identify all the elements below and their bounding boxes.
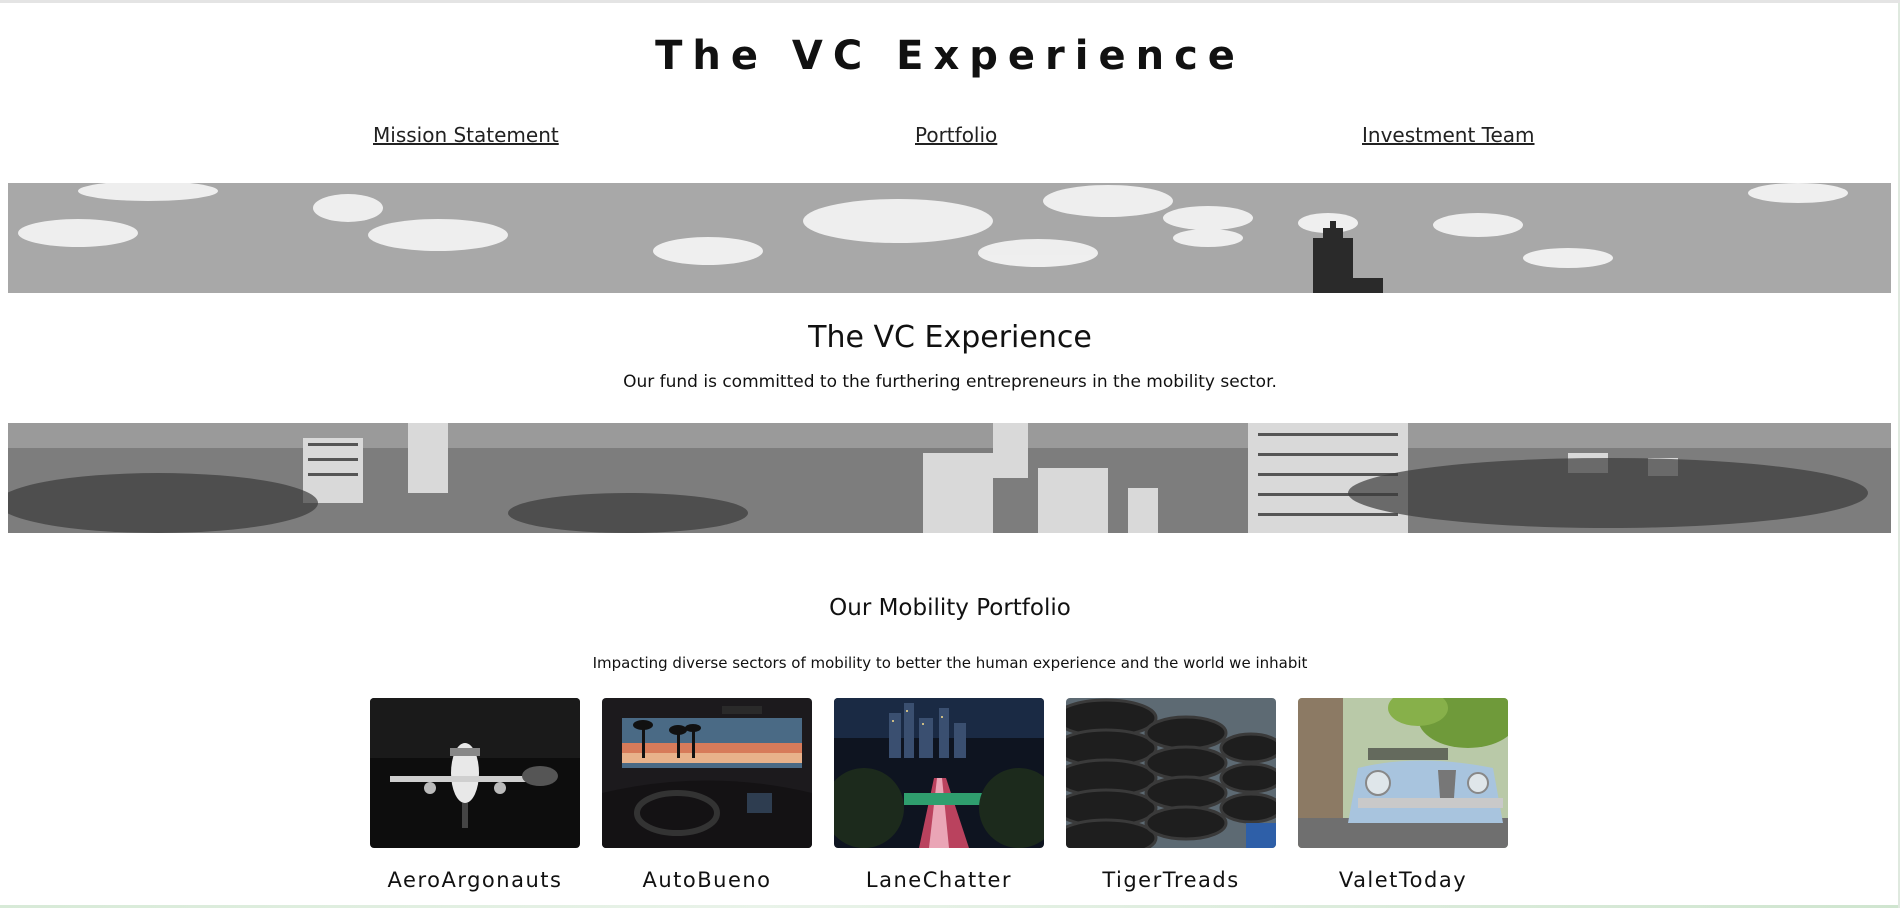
nav-link-portfolio[interactable]: Portfolio	[915, 123, 997, 147]
portfolio-card-valettoday[interactable]: ValetToday	[1298, 698, 1508, 892]
portfolio-card-tigertreads[interactable]: TigerTreads	[1066, 698, 1276, 892]
hero-subtitle: Our fund is committed to the furthering …	[623, 372, 1277, 392]
city-highway-image[interactable]	[834, 698, 1044, 848]
page: The VC Experience Mission Statement Port…	[0, 0, 1900, 908]
stacked-tires-image[interactable]	[1066, 698, 1276, 848]
company-name: AutoBueno	[642, 868, 772, 892]
site-title: The VC Experience	[655, 33, 1245, 79]
portfolio-card-autobueno[interactable]: AutoBueno	[602, 698, 812, 892]
sky-banner-image	[8, 183, 1891, 293]
company-name: AeroArgonauts	[387, 868, 563, 892]
car-interior-image[interactable]	[602, 698, 812, 848]
city-banner-image	[8, 423, 1891, 533]
company-name: ValetToday	[1338, 868, 1468, 892]
vintage-convertible-image[interactable]	[1298, 698, 1508, 848]
hero-title: The VC Experience	[808, 320, 1092, 355]
portfolio-card-lanechatter[interactable]: LaneChatter	[834, 698, 1044, 892]
portfolio-title: Our Mobility Portfolio	[829, 595, 1071, 621]
main-nav: Mission Statement Portfolio Investment T…	[0, 123, 1900, 153]
company-name: LaneChatter	[865, 868, 1013, 892]
company-name: TigerTreads	[1102, 868, 1240, 892]
private-jet-image[interactable]	[370, 698, 580, 848]
portfolio-card-aeroargonauts[interactable]: AeroArgonauts	[370, 698, 580, 892]
nav-link-investment-team[interactable]: Investment Team	[1362, 123, 1535, 147]
nav-link-mission-statement[interactable]: Mission Statement	[373, 123, 559, 147]
portfolio-subtitle: Impacting diverse sectors of mobility to…	[592, 654, 1308, 672]
portfolio-cards: AeroArgonauts AutoBueno LaneChatter Tige…	[370, 698, 1530, 898]
